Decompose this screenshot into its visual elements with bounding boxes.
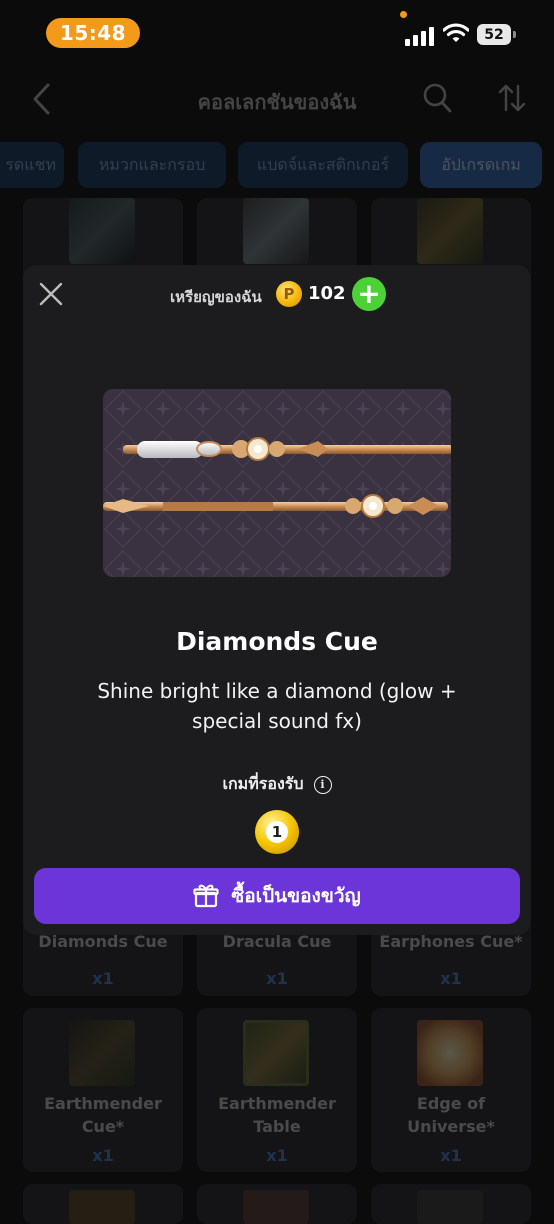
- item-thumbnail: [243, 1190, 309, 1224]
- item-quantity: x1: [266, 1146, 288, 1165]
- battery-tip: [513, 31, 516, 38]
- status-bar: 15:48 52: [0, 0, 554, 66]
- supported-games: เกมที่รองรับ i: [23, 772, 531, 797]
- my-coins-label: เหรียญของฉัน: [170, 288, 262, 306]
- top-navigation: คอลเลกชันของฉัน: [0, 66, 554, 132]
- item-name: Edge of Universe*: [407, 1094, 495, 1136]
- item-name: Earthmender Cue*: [44, 1094, 162, 1136]
- pool-ball-number: 1: [266, 821, 288, 843]
- item-thumbnail: [243, 198, 309, 264]
- item-thumbnail: [417, 1190, 483, 1224]
- info-icon[interactable]: i: [313, 775, 332, 794]
- search-icon[interactable]: [422, 82, 452, 114]
- buy-as-gift-button[interactable]: ซื้อเป็นของขวัญ: [34, 868, 520, 924]
- privacy-indicator-dot: [400, 11, 407, 18]
- category-tabs: รดแชท หมวกและกรอบ แบดจ์และสติกเกอร์ อัปเ…: [0, 142, 554, 190]
- grid-card[interactable]: Earthmender Table x1: [197, 1008, 357, 1172]
- battery-icon: 52: [477, 24, 511, 45]
- grid-card[interactable]: [197, 1184, 357, 1224]
- item-title: Diamonds Cue: [176, 627, 378, 656]
- item-thumbnail: [243, 1020, 309, 1086]
- tab-game-upgrades[interactable]: อัปเกรดเกม: [420, 142, 542, 188]
- item-thumbnail: [417, 198, 483, 264]
- item-quantity: x1: [266, 969, 288, 988]
- tab-chat[interactable]: รดแชท: [0, 142, 64, 188]
- item-quantity: x1: [440, 1146, 462, 1165]
- item-description: Shine bright like a diamond (glow + spec…: [97, 679, 457, 733]
- page-title: คอลเลกชันของฉัน: [197, 90, 357, 114]
- coin-icon: P: [276, 281, 302, 307]
- buy-as-gift-label: ซื้อเป็นของขวัญ: [231, 885, 361, 907]
- item-thumbnail: [69, 198, 135, 264]
- pool-ball-icon: 1: [255, 810, 299, 854]
- tab-badges-stickers[interactable]: แบดจ์และสติกเกอร์: [238, 142, 408, 188]
- item-thumbnail: [417, 1020, 483, 1086]
- close-icon[interactable]: [39, 282, 63, 306]
- grid-card[interactable]: Earthmender Cue* x1: [23, 1008, 183, 1172]
- item-quantity: x1: [440, 969, 462, 988]
- item-thumbnail: [69, 1020, 135, 1086]
- grid-card[interactable]: [371, 1184, 531, 1224]
- grid-card[interactable]: [23, 1184, 183, 1224]
- diamonds-cue-image: [103, 389, 451, 577]
- tab-hats-frames[interactable]: หมวกและกรอบ: [78, 142, 226, 188]
- item-name: Earthmender Table: [218, 1094, 336, 1136]
- item-detail-modal: เหรียญของฉัน P 102 + Diamonds Cue Shine …: [23, 265, 531, 935]
- gift-icon: [193, 884, 219, 908]
- wifi-icon: [443, 23, 469, 42]
- status-time: 15:48: [46, 18, 140, 48]
- item-quantity: x1: [92, 1146, 114, 1165]
- sort-icon[interactable]: [497, 82, 527, 114]
- item-quantity: x1: [92, 969, 114, 988]
- grid-card[interactable]: Edge of Universe* x1: [371, 1008, 531, 1172]
- item-thumbnail: [69, 1190, 135, 1224]
- supported-games-label: เกมที่รองรับ: [222, 774, 304, 793]
- coin-balance: 102: [308, 283, 346, 304]
- add-coins-button[interactable]: +: [352, 277, 386, 311]
- signal-icon: [405, 26, 435, 46]
